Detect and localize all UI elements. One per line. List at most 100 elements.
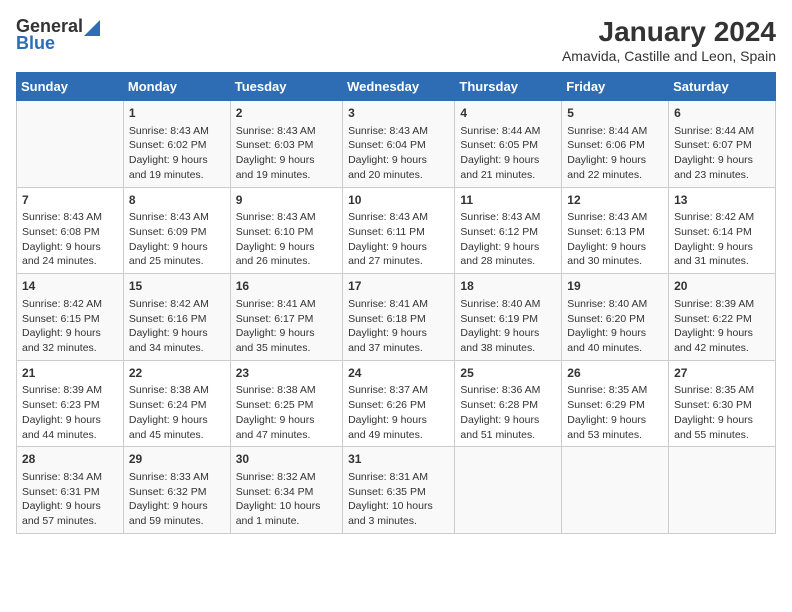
calendar-table: SundayMondayTuesdayWednesdayThursdayFrid…	[16, 72, 776, 534]
day-number: 12	[567, 192, 663, 209]
cell-text: Sunrise: 8:34 AM	[22, 470, 118, 485]
day-number: 1	[129, 105, 225, 122]
cell-text: and 27 minutes.	[348, 254, 449, 269]
cell-text: Sunset: 6:30 PM	[674, 398, 770, 413]
header: General Blue January 2024 Amavida, Casti…	[16, 16, 776, 64]
cell-text: and 49 minutes.	[348, 428, 449, 443]
cell-text: Sunset: 6:05 PM	[460, 138, 556, 153]
cell-text: Sunrise: 8:44 AM	[460, 124, 556, 139]
cell-text: Sunrise: 8:40 AM	[567, 297, 663, 312]
calendar-cell: 22Sunrise: 8:38 AMSunset: 6:24 PMDayligh…	[123, 360, 230, 447]
cell-text: Sunset: 6:13 PM	[567, 225, 663, 240]
title-block: January 2024 Amavida, Castille and Leon,…	[562, 16, 776, 64]
cell-text: Sunset: 6:29 PM	[567, 398, 663, 413]
cell-text: Sunrise: 8:38 AM	[129, 383, 225, 398]
cell-text: Sunrise: 8:42 AM	[22, 297, 118, 312]
cell-text: and 47 minutes.	[236, 428, 337, 443]
calendar-cell: 31Sunrise: 8:31 AMSunset: 6:35 PMDayligh…	[343, 447, 455, 534]
day-header-friday: Friday	[562, 73, 669, 101]
day-number: 29	[129, 451, 225, 468]
cell-text: Sunrise: 8:43 AM	[129, 124, 225, 139]
calendar-cell: 25Sunrise: 8:36 AMSunset: 6:28 PMDayligh…	[455, 360, 562, 447]
cell-text: Sunrise: 8:43 AM	[348, 210, 449, 225]
calendar-cell: 26Sunrise: 8:35 AMSunset: 6:29 PMDayligh…	[562, 360, 669, 447]
calendar-cell: 14Sunrise: 8:42 AMSunset: 6:15 PMDayligh…	[17, 274, 124, 361]
calendar-cell: 15Sunrise: 8:42 AMSunset: 6:16 PMDayligh…	[123, 274, 230, 361]
cell-text: Sunrise: 8:43 AM	[567, 210, 663, 225]
day-number: 5	[567, 105, 663, 122]
cell-text: and 44 minutes.	[22, 428, 118, 443]
cell-text: Sunrise: 8:37 AM	[348, 383, 449, 398]
cell-text: Sunrise: 8:35 AM	[674, 383, 770, 398]
cell-text: Daylight: 9 hours	[674, 153, 770, 168]
cell-text: and 45 minutes.	[129, 428, 225, 443]
cell-text: Daylight: 9 hours	[460, 326, 556, 341]
calendar-cell: 5Sunrise: 8:44 AMSunset: 6:06 PMDaylight…	[562, 101, 669, 188]
cell-text: and 37 minutes.	[348, 341, 449, 356]
cell-text: Daylight: 9 hours	[236, 413, 337, 428]
cell-text: Sunset: 6:18 PM	[348, 312, 449, 327]
day-number: 4	[460, 105, 556, 122]
cell-text: Daylight: 9 hours	[129, 153, 225, 168]
calendar-cell: 10Sunrise: 8:43 AMSunset: 6:11 PMDayligh…	[343, 187, 455, 274]
cell-text: Daylight: 9 hours	[348, 413, 449, 428]
cell-text: Sunset: 6:32 PM	[129, 485, 225, 500]
cell-text: Daylight: 9 hours	[348, 326, 449, 341]
calendar-cell: 8Sunrise: 8:43 AMSunset: 6:09 PMDaylight…	[123, 187, 230, 274]
calendar-week-row: 7Sunrise: 8:43 AMSunset: 6:08 PMDaylight…	[17, 187, 776, 274]
cell-text: Daylight: 9 hours	[567, 413, 663, 428]
cell-text: Daylight: 9 hours	[129, 326, 225, 341]
cell-text: Sunrise: 8:43 AM	[236, 210, 337, 225]
cell-text: and 1 minute.	[236, 514, 337, 529]
cell-text: and 34 minutes.	[129, 341, 225, 356]
cell-text: Sunset: 6:17 PM	[236, 312, 337, 327]
day-number: 27	[674, 365, 770, 382]
day-number: 7	[22, 192, 118, 209]
day-number: 11	[460, 192, 556, 209]
calendar-cell	[562, 447, 669, 534]
calendar-cell: 20Sunrise: 8:39 AMSunset: 6:22 PMDayligh…	[669, 274, 776, 361]
cell-text: Sunset: 6:08 PM	[22, 225, 118, 240]
calendar-cell: 4 Sunrise: 8:44 AMSunset: 6:05 PMDaylight…	[455, 101, 562, 188]
cell-text: Sunset: 6:31 PM	[22, 485, 118, 500]
day-number: 31	[348, 451, 449, 468]
logo: General Blue	[16, 16, 100, 54]
cell-text: Daylight: 9 hours	[460, 153, 556, 168]
cell-text: Sunset: 6:16 PM	[129, 312, 225, 327]
day-number: 10	[348, 192, 449, 209]
calendar-cell: 7Sunrise: 8:43 AMSunset: 6:08 PMDaylight…	[17, 187, 124, 274]
calendar-cell: 17Sunrise: 8:41 AMSunset: 6:18 PMDayligh…	[343, 274, 455, 361]
day-number: 19	[567, 278, 663, 295]
calendar-cell: 29Sunrise: 8:33 AMSunset: 6:32 PMDayligh…	[123, 447, 230, 534]
cell-text: Daylight: 9 hours	[236, 326, 337, 341]
cell-text: Daylight: 9 hours	[348, 240, 449, 255]
cell-text: and 23 minutes.	[674, 168, 770, 183]
cell-text: Sunrise: 8:43 AM	[348, 124, 449, 139]
cell-text: Sunrise: 8:39 AM	[22, 383, 118, 398]
cell-text: Daylight: 9 hours	[22, 240, 118, 255]
cell-text: Daylight: 9 hours	[460, 413, 556, 428]
page-title: January 2024	[562, 16, 776, 48]
cell-text: and 19 minutes.	[129, 168, 225, 183]
day-header-saturday: Saturday	[669, 73, 776, 101]
cell-text: Sunset: 6:06 PM	[567, 138, 663, 153]
day-header-wednesday: Wednesday	[343, 73, 455, 101]
cell-text: Daylight: 9 hours	[129, 240, 225, 255]
cell-text: Daylight: 9 hours	[674, 413, 770, 428]
page-subtitle: Amavida, Castille and Leon, Spain	[562, 48, 776, 64]
cell-text: and 21 minutes.	[460, 168, 556, 183]
calendar-week-row: 1Sunrise: 8:43 AMSunset: 6:02 PMDaylight…	[17, 101, 776, 188]
cell-text: and 3 minutes.	[348, 514, 449, 529]
cell-text: and 28 minutes.	[460, 254, 556, 269]
cell-text: Daylight: 9 hours	[460, 240, 556, 255]
cell-text: Daylight: 9 hours	[567, 153, 663, 168]
day-number: 2	[236, 105, 337, 122]
cell-text: Sunset: 6:04 PM	[348, 138, 449, 153]
cell-text: Sunrise: 8:40 AM	[460, 297, 556, 312]
cell-text: and 26 minutes.	[236, 254, 337, 269]
day-header-sunday: Sunday	[17, 73, 124, 101]
calendar-week-row: 21Sunrise: 8:39 AMSunset: 6:23 PMDayligh…	[17, 360, 776, 447]
cell-text: and 32 minutes.	[22, 341, 118, 356]
day-number: 22	[129, 365, 225, 382]
cell-text: and 25 minutes.	[129, 254, 225, 269]
